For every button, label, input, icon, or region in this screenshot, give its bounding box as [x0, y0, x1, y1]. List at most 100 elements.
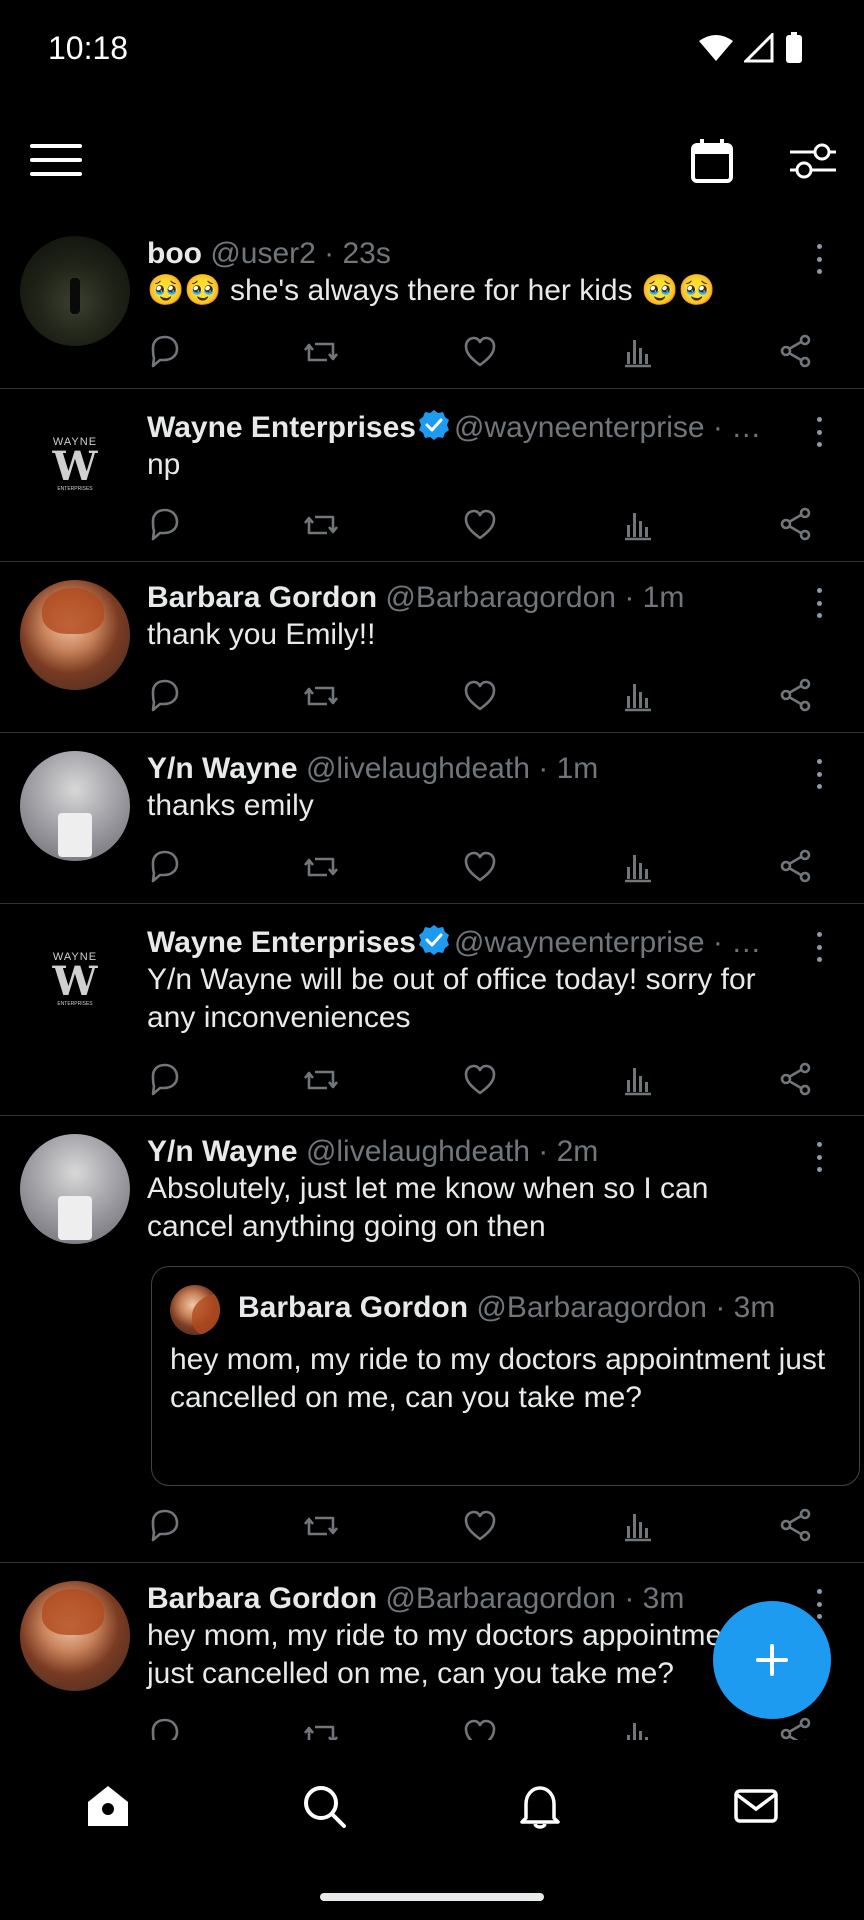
handle: @Barbaragordon [385, 581, 616, 614]
more-options-icon[interactable] [804, 1142, 834, 1172]
wifi-icon [699, 35, 733, 61]
like-icon[interactable] [463, 507, 499, 543]
display-name[interactable]: Y/n Wayne [147, 752, 298, 785]
reply-icon[interactable] [147, 334, 183, 370]
like-icon[interactable] [463, 849, 499, 885]
logo-letter: W [52, 958, 98, 1005]
display-name[interactable]: Wayne Enterprises [147, 411, 416, 444]
retweet-icon[interactable] [303, 1062, 339, 1098]
notifications-icon[interactable] [516, 1782, 564, 1830]
views-icon[interactable] [621, 1062, 657, 1098]
more-options-icon[interactable] [804, 759, 834, 789]
share-icon[interactable] [779, 1717, 815, 1740]
reply-icon[interactable] [147, 1062, 183, 1098]
home-icon[interactable] [84, 1782, 132, 1830]
tweet[interactable]: Barbara Gordon @Barbaragordon · 1m thank… [0, 562, 864, 733]
battery-icon [786, 32, 802, 63]
handle: @Barbaragordon [385, 1582, 616, 1615]
separator: · [529, 1135, 557, 1168]
share-icon[interactable] [779, 334, 815, 370]
timeline-feed[interactable]: boo @user2 · 23s 🥹🥹 she's always there f… [0, 222, 864, 1740]
quoted-handle: @Barbaragordon [476, 1291, 707, 1324]
share-icon[interactable] [779, 1508, 815, 1544]
share-icon[interactable] [779, 507, 815, 543]
display-name[interactable]: Wayne Enterprises [147, 926, 416, 959]
avatar[interactable]: WAYNE W ENTERPRISES [20, 924, 130, 1034]
tweet-actions [147, 1717, 817, 1740]
handle: @wayneenterprise [454, 411, 705, 444]
like-icon[interactable] [463, 1717, 499, 1740]
display-name[interactable]: Barbara Gordon [147, 581, 377, 614]
timestamp: 23s [342, 237, 391, 270]
avatar[interactable] [20, 236, 130, 346]
logo-bottom: ENTERPRISES [57, 1001, 93, 1007]
tweet-text: 🥹🥹 she's always there for her kids 🥹🥹 [147, 274, 716, 307]
reply-icon[interactable] [147, 1717, 183, 1740]
timestamp: 1m [642, 581, 685, 614]
avatar[interactable] [20, 751, 130, 861]
compose-button[interactable] [713, 1601, 831, 1719]
more-options-icon[interactable] [804, 932, 834, 962]
reply-icon[interactable] [147, 507, 183, 543]
tweet-header: Wayne Enterprises @wayneenterprise · … [147, 924, 794, 961]
separator: · [529, 752, 557, 785]
tweet-header: Barbara Gordon @Barbaragordon · 1m [147, 580, 794, 616]
views-icon[interactable] [621, 1508, 657, 1544]
quoted-tweet[interactable]: Barbara Gordon @Barbaragordon · 3m hey m… [151, 1266, 860, 1486]
retweet-icon[interactable] [303, 849, 339, 885]
retweet-icon[interactable] [303, 334, 339, 370]
tweet[interactable]: Y/n Wayne @livelaughdeath · 2m Absolutel… [0, 1116, 864, 1563]
reply-icon[interactable] [147, 849, 183, 885]
reply-icon[interactable] [147, 1508, 183, 1544]
share-icon[interactable] [779, 1062, 815, 1098]
like-icon[interactable] [463, 1508, 499, 1544]
tweet[interactable]: WAYNE W ENTERPRISES Wayne Enterprises @wayn… [0, 904, 864, 1116]
like-icon[interactable] [463, 678, 499, 714]
timestamp: 3m [642, 1582, 685, 1615]
reply-icon[interactable] [147, 678, 183, 714]
views-icon[interactable] [621, 678, 657, 714]
views-icon[interactable] [621, 1717, 657, 1740]
views-icon[interactable] [621, 334, 657, 370]
gesture-bar[interactable] [320, 1893, 544, 1901]
handle: @user2 [210, 237, 316, 270]
more-options-icon[interactable] [804, 588, 834, 618]
retweet-icon[interactable] [303, 1717, 339, 1740]
more-options-icon[interactable] [804, 417, 834, 447]
more-options-icon[interactable] [804, 244, 834, 274]
system-icons [698, 32, 804, 64]
messages-icon[interactable] [732, 1782, 780, 1830]
avatar[interactable] [20, 1581, 130, 1691]
menu-icon[interactable] [30, 144, 82, 178]
views-icon[interactable] [621, 849, 657, 885]
avatar[interactable] [20, 1134, 130, 1244]
display-name[interactable]: Barbara Gordon [147, 1582, 377, 1615]
display-name[interactable]: Y/n Wayne [147, 1135, 298, 1168]
tweet[interactable]: WAYNE W ENTERPRISES Wayne Enterprises @wayn… [0, 389, 864, 562]
retweet-icon[interactable] [303, 507, 339, 543]
search-icon[interactable] [300, 1782, 348, 1830]
separator: · [704, 411, 732, 444]
tweet-header: Y/n Wayne @livelaughdeath · 2m [147, 1134, 794, 1170]
views-icon[interactable] [621, 507, 657, 543]
separator: · [616, 1582, 643, 1615]
tweet[interactable]: Y/n Wayne @livelaughdeath · 1m thanks em… [0, 733, 864, 904]
handle: @livelaughdeath [305, 752, 530, 785]
tweet-actions [147, 849, 817, 885]
like-icon[interactable] [463, 1062, 499, 1098]
retweet-icon[interactable] [303, 1508, 339, 1544]
tweet[interactable]: boo @user2 · 23s 🥹🥹 she's always there f… [0, 222, 864, 389]
avatar[interactable]: WAYNE W ENTERPRISES [20, 409, 130, 519]
display-name[interactable]: boo [147, 237, 202, 270]
avatar[interactable] [20, 580, 130, 690]
like-icon[interactable] [463, 334, 499, 370]
share-icon[interactable] [779, 678, 815, 714]
separator: · [707, 1291, 734, 1324]
status-bar: 10:18 [0, 0, 864, 100]
retweet-icon[interactable] [303, 678, 339, 714]
filter-icon[interactable] [788, 138, 838, 184]
share-icon[interactable] [779, 849, 815, 885]
tweet-text: hey mom, my ride to my doctors appointme… [147, 1619, 748, 1690]
tweet-text: Y/n Wayne will be out of office today! s… [147, 963, 756, 1034]
calendar-icon[interactable] [690, 138, 734, 184]
